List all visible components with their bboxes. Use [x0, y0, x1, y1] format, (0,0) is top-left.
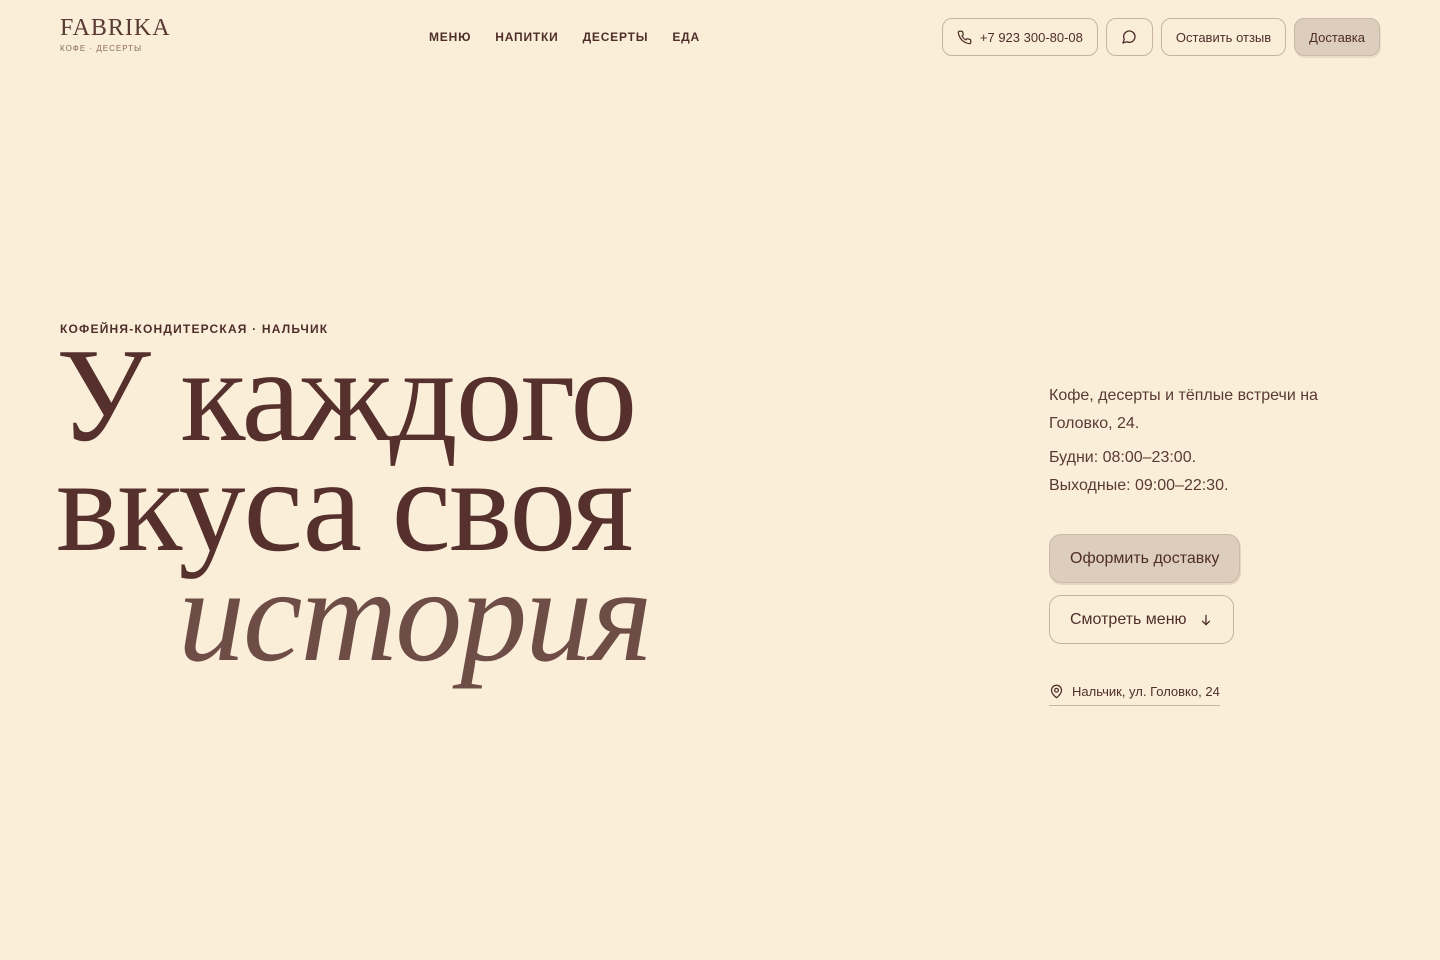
- hero-info: Кофе, десерты и тёплые встречи на Головк…: [1049, 382, 1349, 500]
- header-actions: +7 923 300-80-08 Оставить отзыв Доставка: [941, 18, 1380, 56]
- nav-item-food[interactable]: ЕДА: [672, 30, 700, 44]
- weekend-hours: Выходные: 09:00–22:30.: [1049, 477, 1229, 494]
- delivery-button[interactable]: Доставка: [1294, 18, 1380, 56]
- brand-name: FABRIKA: [60, 15, 171, 41]
- hero-headline: У каждого вкуса своя история: [56, 328, 653, 682]
- hero-description: Кофе, десерты и тёплые встречи на Головк…: [1049, 387, 1318, 432]
- brand-tagline: КОФЕ · ДЕСЕРТЫ: [60, 44, 143, 53]
- phone-number: +7 923 300-80-08: [979, 29, 1083, 45]
- main-nav: МЕНЮ НАПИТКИ ДЕСЕРТЫ ЕДА: [429, 30, 700, 44]
- leave-review-button[interactable]: Оставить отзыв: [1160, 18, 1287, 56]
- chat-bubble-icon: [1121, 29, 1137, 45]
- view-menu-button[interactable]: Смотреть меню: [1049, 595, 1234, 644]
- logo[interactable]: FABRIKA КОФЕ · ДЕСЕРТЫ: [60, 14, 171, 53]
- nav-item-drinks[interactable]: НАПИТКИ: [495, 30, 558, 44]
- view-menu-label: Смотреть меню: [1070, 610, 1187, 628]
- order-delivery-button[interactable]: Оформить доставку: [1049, 534, 1241, 583]
- phone-icon: [957, 30, 972, 45]
- nav-item-menu[interactable]: МЕНЮ: [429, 30, 471, 44]
- chat-button[interactable]: [1105, 18, 1153, 56]
- address-text: Нальчик, ул. Головко, 24: [1072, 684, 1220, 699]
- nav-item-desserts[interactable]: ДЕСЕРТЫ: [583, 30, 649, 44]
- weekday-hours: Будни: 08:00–23:00.: [1049, 449, 1197, 466]
- map-pin-icon: [1049, 684, 1064, 699]
- address-link[interactable]: Нальчик, ул. Головко, 24: [1049, 684, 1220, 706]
- phone-button[interactable]: +7 923 300-80-08: [941, 18, 1098, 56]
- arrow-down-icon: [1199, 613, 1213, 627]
